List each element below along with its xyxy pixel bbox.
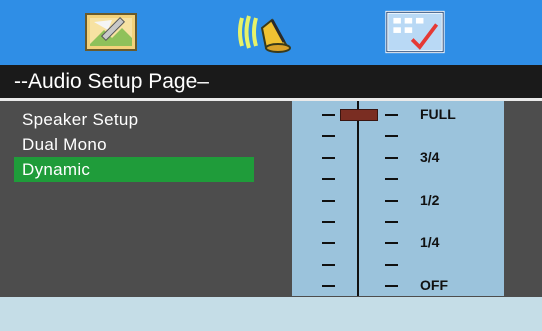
- speaker-icon: [238, 15, 291, 53]
- slider-tick-left: [322, 264, 335, 266]
- page-title: --Audio Setup Page–: [14, 70, 209, 93]
- slider-level-label: OFF: [420, 277, 448, 293]
- tab-bar: [0, 0, 542, 65]
- slider-tick-right: [385, 135, 398, 137]
- menu-list: Speaker Setup Dual Mono Dynamic: [14, 107, 254, 182]
- menu-item-speaker-setup[interactable]: Speaker Setup: [14, 107, 254, 132]
- slider-tick-left: [322, 157, 335, 159]
- slider-tick-left: [322, 285, 335, 287]
- slider-level-label: 3/4: [420, 149, 440, 165]
- checklist-icon: [385, 10, 445, 54]
- wrench-picture-icon: [85, 13, 137, 51]
- status-bar: [0, 297, 542, 331]
- title-bar: --Audio Setup Page–: [0, 65, 542, 101]
- slider-tick-right: [385, 157, 398, 159]
- slider-tick-left: [322, 135, 335, 137]
- slider-tick-right: [385, 242, 398, 244]
- slider-track: [357, 101, 359, 296]
- menu-item-dual-mono[interactable]: Dual Mono: [14, 132, 254, 157]
- slider-tick-left: [322, 200, 335, 202]
- menu-item-dynamic[interactable]: Dynamic: [14, 157, 254, 182]
- slider-level-label: 1/2: [420, 192, 440, 208]
- slider-tick-right: [385, 221, 398, 223]
- slider-tick-right: [385, 285, 398, 287]
- audio-setup-screen: --Audio Setup Page– Speaker Setup Dual Mo…: [0, 0, 542, 331]
- slider-tick-left: [322, 242, 335, 244]
- slider-tick-left: [322, 178, 335, 180]
- dynamic-slider[interactable]: FULL 3/4 1/2 1/4 OFF: [292, 101, 504, 296]
- slider-tick-right: [385, 114, 398, 116]
- slider-tick-left: [322, 221, 335, 223]
- slider-level-label: FULL: [420, 106, 456, 122]
- slider-level-label: 1/4: [420, 234, 440, 250]
- slider-tick-left: [322, 114, 335, 116]
- tab-general-setup[interactable]: [80, 8, 142, 56]
- tab-audio-setup[interactable]: [236, 8, 298, 56]
- slider-tick-right: [385, 264, 398, 266]
- slider-tick-right: [385, 178, 398, 180]
- tab-preference[interactable]: [384, 8, 446, 56]
- slider-tick-right: [385, 200, 398, 202]
- slider-knob[interactable]: [340, 109, 378, 121]
